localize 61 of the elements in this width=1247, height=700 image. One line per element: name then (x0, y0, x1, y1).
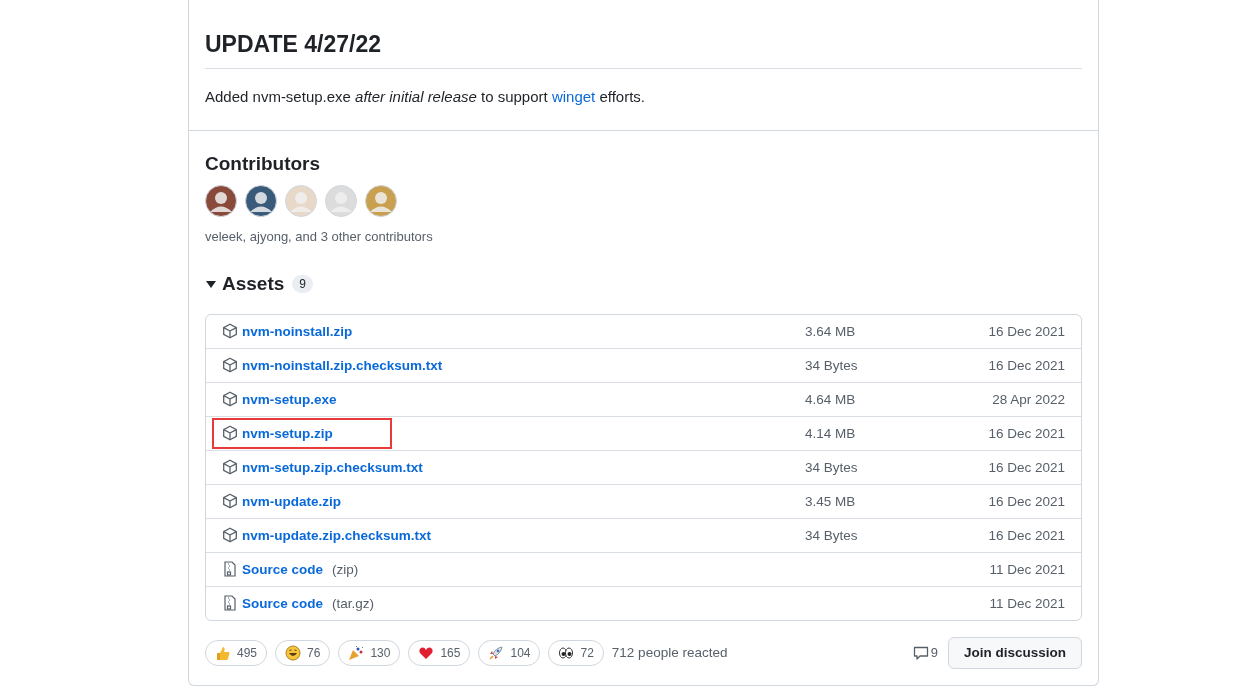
join-discussion-button[interactable]: Join discussion (947, 636, 1082, 669)
reactions-summary: 712 people reacted (611, 645, 728, 661)
file-size: 34 Bytes (805, 527, 859, 543)
eyes-icon (558, 644, 575, 661)
file-size: 3.45 MB (805, 493, 857, 509)
count-badge: 9 (292, 275, 313, 294)
asset-link[interactable]: nvm-noinstall.zip.checksum.txt (242, 357, 443, 373)
asset-date: 16 Dec 2021 (987, 425, 1065, 441)
reaction-button[interactable]: 104 (478, 639, 541, 666)
zip-file-icon (222, 595, 238, 612)
asset-link[interactable]: Source code (242, 595, 324, 611)
file-size: 3.64 MB (805, 323, 857, 339)
asset-date: 16 Dec 2021 (987, 357, 1065, 373)
asset-link[interactable]: nvm-noinstall.zip (242, 323, 353, 339)
reaction-button[interactable]: 165 (408, 639, 471, 666)
package-icon (222, 323, 238, 340)
avatar[interactable] (205, 184, 237, 217)
section-heading[interactable]: Assets (222, 271, 285, 297)
package-icon (222, 425, 238, 442)
contributors-summary: veleek, ajyong, and 3 other contributors (205, 228, 434, 244)
zip-file-icon (222, 561, 238, 578)
format-label: (zip) (332, 561, 359, 577)
file-size: 34 Bytes (805, 357, 859, 373)
heart-icon (418, 644, 435, 661)
asset-link[interactable]: Source code (242, 561, 324, 577)
reaction-button[interactable]: 72 (548, 639, 604, 666)
section-heading: Contributors (205, 152, 322, 177)
avatar[interactable] (245, 184, 277, 217)
asset-link[interactable]: nvm-update.zip.checksum.txt (242, 527, 432, 543)
laughing-face-icon (285, 644, 302, 661)
package-icon (222, 459, 238, 476)
asset-link[interactable]: nvm-update.zip (242, 493, 341, 509)
thumbs-up-icon (215, 644, 231, 661)
rocket-icon (488, 644, 505, 661)
asset-date: 11 Dec 2021 (988, 561, 1065, 577)
release-note: Added nvm-setup.exe after initial release to support winget efforts. (205, 86, 646, 107)
section-heading: UPDATE 4/27/22 (205, 30, 1082, 69)
asset-date: 28 Apr 2022 (991, 391, 1065, 407)
reaction-button[interactable]: 76 (275, 639, 331, 666)
file-size: 4.64 MB (805, 391, 857, 407)
reaction-button[interactable]: 130 (338, 639, 401, 666)
reaction-button[interactable]: 495 (205, 639, 268, 666)
file-size: 34 Bytes (805, 459, 859, 475)
asset-link[interactable]: nvm-setup.exe (242, 391, 337, 407)
file-size: 4.14 MB (805, 425, 857, 441)
package-icon (222, 493, 238, 510)
asset-link[interactable]: nvm-setup.zip (242, 425, 333, 441)
asset-link[interactable]: nvm-setup.zip.checksum.txt (242, 459, 423, 475)
asset-date: 16 Dec 2021 (987, 459, 1065, 475)
package-icon (222, 527, 238, 544)
asset-date: 16 Dec 2021 (987, 323, 1065, 339)
comment-icon (912, 644, 929, 661)
comment-count: 9 (930, 645, 938, 661)
package-icon (222, 357, 238, 374)
package-icon (222, 391, 238, 408)
format-label: (tar.gz) (332, 595, 375, 611)
party-popper-icon (348, 644, 365, 661)
asset-date: 16 Dec 2021 (987, 493, 1065, 509)
asset-date: 16 Dec 2021 (987, 527, 1065, 543)
asset-date: 11 Dec 2021 (988, 595, 1065, 611)
winget-link[interactable]: winget (551, 87, 596, 105)
